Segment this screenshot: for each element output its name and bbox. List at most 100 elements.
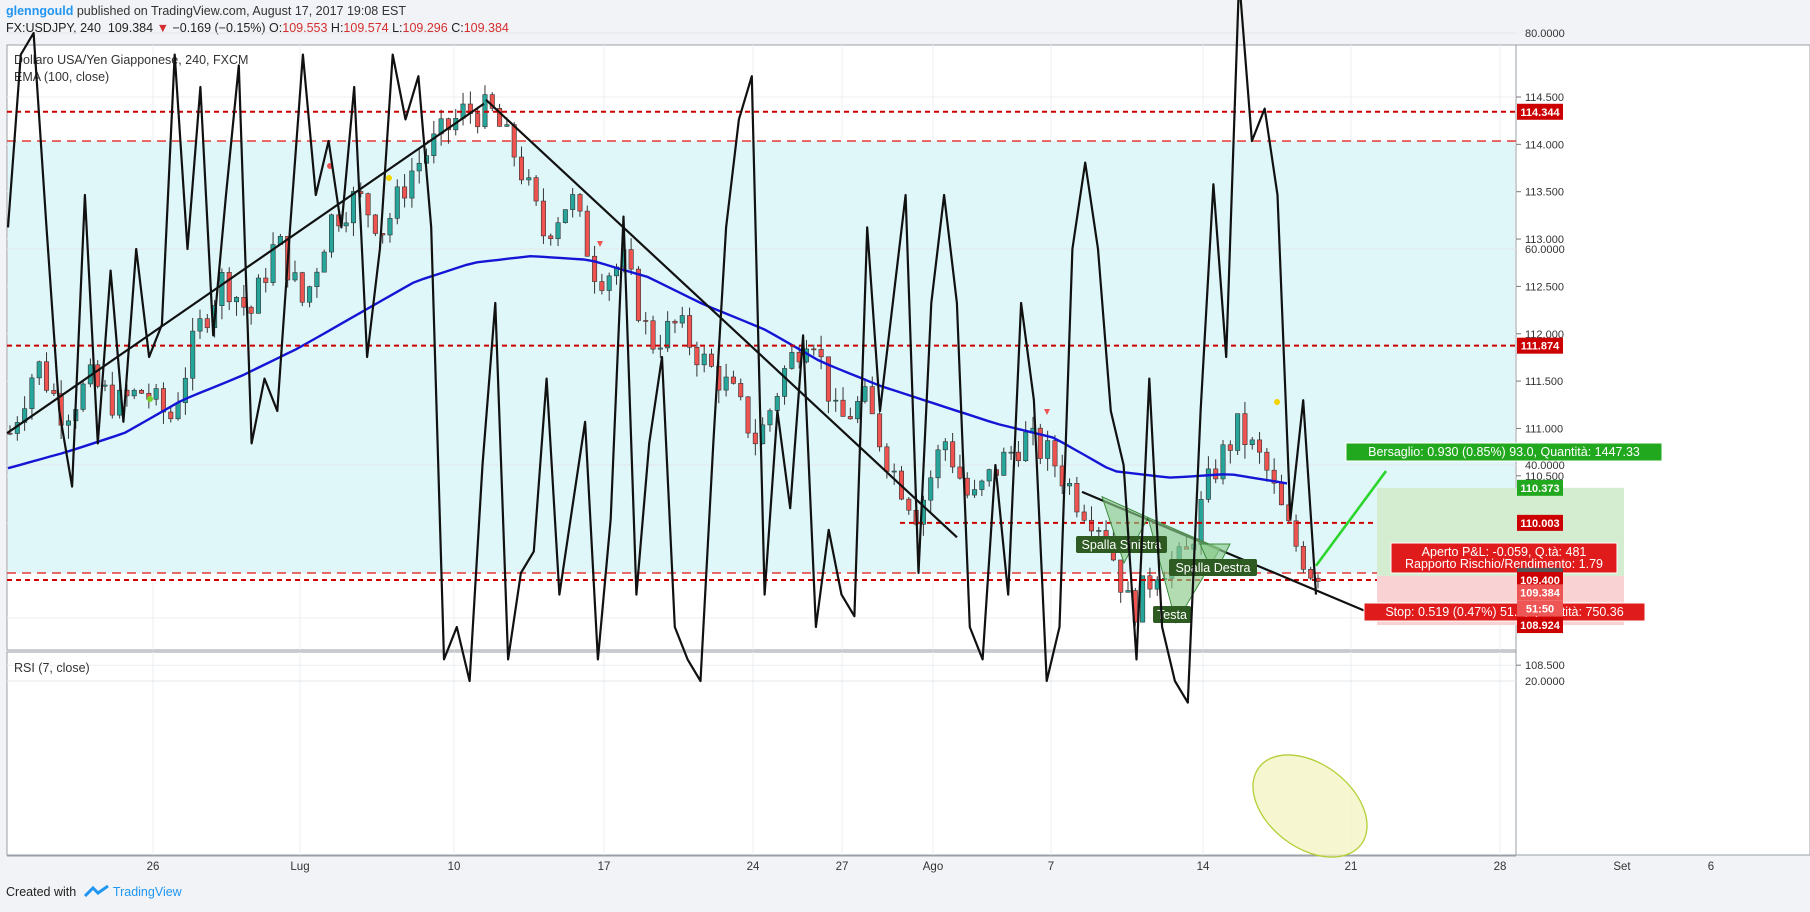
candle-body [979, 480, 985, 490]
candle-body [533, 177, 539, 202]
candle-body [855, 401, 861, 420]
candle-body [906, 498, 912, 511]
candle-body [51, 390, 57, 394]
candle-body [548, 235, 554, 240]
y-tick-label: 111.500 [1525, 376, 1563, 388]
candle-body [29, 377, 35, 409]
candle-body [372, 214, 378, 234]
stop-label: Stop: 0.519 (0.47%) 51.9, Quantità: 750.… [1363, 602, 1646, 622]
candle [80, 379, 86, 412]
candle-body [299, 272, 305, 303]
stop-label-text: Stop: 0.519 (0.47%) 51.9, Quantità: 750.… [1385, 605, 1623, 619]
candle-body [687, 315, 693, 348]
candle-body [511, 124, 517, 158]
candle-body [972, 489, 978, 496]
candle-body [1096, 530, 1102, 532]
candle-body [204, 318, 210, 329]
target-label: Bersaglio: 0.930 (0.85%) 93.0, Quantità:… [1345, 442, 1663, 462]
candle-body [226, 272, 232, 303]
candle-body [1227, 444, 1233, 451]
x-tick-label: 7 [1048, 861, 1054, 873]
candle-body [1147, 575, 1153, 590]
candle-body [869, 386, 875, 415]
candle-body [219, 272, 225, 306]
candle-body [862, 386, 868, 402]
chart-title: Dollaro USA/Yen Giapponese, 240, FXCM [14, 53, 248, 67]
countdown-tag: 51:50 [1517, 600, 1563, 617]
candle-body [657, 347, 663, 350]
x-tick-label: 17 [598, 861, 611, 873]
candle-body [643, 320, 649, 322]
candle-body [416, 162, 422, 172]
pnl-label-text: Rapporto Rischio/Rendimento: 1.79 [1405, 557, 1603, 571]
candle-body [730, 376, 736, 384]
candle-body [519, 156, 525, 181]
candle [1037, 423, 1043, 464]
candle [255, 274, 261, 314]
candle-body [1198, 499, 1204, 545]
candle-body [1278, 482, 1284, 506]
candle-body [409, 170, 415, 199]
x-tick-label: 24 [747, 861, 760, 873]
y-tick-label: 114.000 [1525, 139, 1564, 151]
ema-legend: EMA (100, close) [14, 70, 109, 84]
candle-body [80, 383, 86, 410]
left-shoulder-label: Spalla Sinistra [1076, 536, 1167, 553]
target-label-text: Bersaglio: 0.930 (0.85%) 93.0, Quantità:… [1368, 445, 1640, 459]
y-tick-label: 112.500 [1525, 281, 1564, 293]
x-tick-label: 27 [836, 861, 849, 873]
candle-body [109, 384, 115, 416]
candle-body [102, 384, 108, 387]
candle-body [555, 222, 561, 240]
level-tag: 114.344 [1517, 103, 1563, 120]
countdown-tag-text: 51:50 [1526, 603, 1554, 615]
candle-body [1118, 559, 1124, 593]
candle-body [1067, 483, 1073, 487]
candle-body [1264, 451, 1270, 471]
chart-canvas[interactable]: 26 Lug 10 17 24 27 Ago 7 14 21 28 Set 6 114.500 114.00… [0, 0, 1810, 912]
candle-body [665, 320, 671, 349]
x-tick-label: 14 [1197, 861, 1210, 873]
x-tick-label: 10 [448, 861, 461, 873]
candle-body [789, 352, 795, 369]
candle-body [95, 364, 101, 387]
candle-body [1308, 569, 1314, 579]
y-tick-label: 108.500 [1525, 660, 1565, 672]
candle-body [1081, 511, 1087, 521]
candle [745, 396, 751, 439]
candle-body [314, 271, 320, 287]
left-shoulder-label-text: Spalla Sinistra [1082, 538, 1162, 552]
target-tag-text: 110.373 [1520, 483, 1559, 495]
x-tick-label: Ago [923, 861, 943, 873]
candle-body [175, 402, 181, 420]
candle-body [1249, 439, 1255, 446]
candle-body [606, 275, 612, 291]
candle-body [738, 383, 744, 398]
candle-body [562, 209, 568, 224]
level-tag-text: 111.874 [1521, 341, 1560, 353]
candle-body [1001, 451, 1007, 476]
candle [329, 213, 335, 258]
candle-body [708, 353, 714, 367]
level-tag: 110.003 [1517, 514, 1563, 531]
level-tag-text: 110.003 [1520, 518, 1559, 530]
candle-body [387, 218, 393, 236]
candle-body [840, 399, 846, 417]
x-tick-label: Set [1613, 861, 1631, 873]
candle-body [1242, 413, 1248, 446]
last-price-tag-text: 109.384 [1520, 587, 1561, 599]
candle [1220, 439, 1226, 485]
candle-body [160, 388, 166, 413]
candle-body [679, 315, 685, 324]
tradingview-link[interactable]: TradingView [113, 885, 182, 899]
candle-body [1125, 590, 1131, 593]
rsi-tick-label: 80.0000 [1525, 28, 1565, 40]
candle [584, 205, 590, 257]
y-tick-label: 111.000 [1525, 423, 1563, 435]
rsi-tick-label: 40.0000 [1525, 460, 1565, 472]
last-price-tag: 109.384 [1517, 584, 1563, 601]
target-tag: 110.373 [1517, 479, 1563, 496]
candle-body [1045, 440, 1051, 459]
tradingview-logo-icon[interactable] [80, 884, 113, 899]
candle-body [475, 113, 481, 128]
